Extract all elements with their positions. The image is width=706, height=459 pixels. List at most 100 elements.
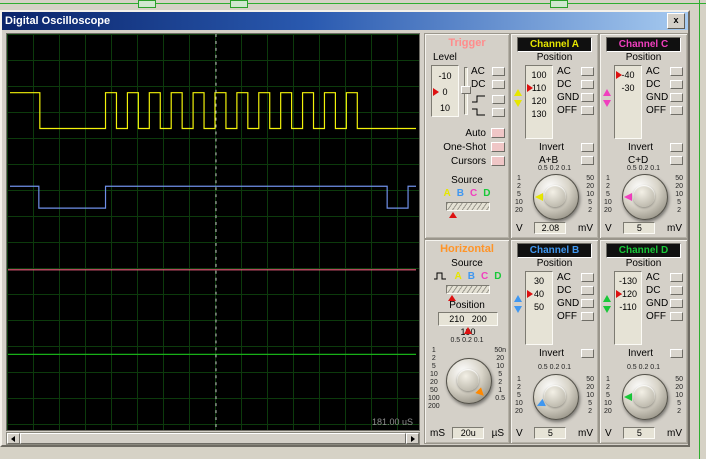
channel-b-knob-scale-left: 1 2 5 10 20: [515, 376, 523, 415]
channel-c-nudge[interactable]: [603, 89, 612, 107]
source-a[interactable]: A: [455, 271, 462, 282]
channel-a-unit-right: mV: [577, 222, 593, 234]
schematic-component: [550, 0, 568, 8]
level-handle[interactable]: [461, 86, 471, 94]
trigger-level-slider[interactable]: -10 0 10: [431, 65, 459, 117]
channel-a-invert-button[interactable]: [581, 142, 594, 152]
channel-a-off-button[interactable]: [581, 105, 594, 115]
channel-c-sum-label: C+D: [628, 154, 649, 166]
horizontal-panel: Horizontal Source A B C D Position 210 2…: [424, 239, 510, 444]
channel-a-sum-button[interactable]: [581, 155, 594, 165]
schematic-wire: [0, 3, 706, 4]
channel-d-off-label: OFF: [646, 310, 666, 322]
nudge-down-icon[interactable]: [603, 306, 611, 313]
desktop: Digital Oscilloscope x 181.00 uS Trigger…: [0, 0, 706, 459]
channel-a-gnd-button[interactable]: [581, 92, 594, 102]
channel-b-invert-button[interactable]: [581, 348, 594, 358]
channel-c-invert-button[interactable]: [670, 142, 683, 152]
cursors-button[interactable]: [491, 156, 505, 166]
source-d[interactable]: D: [494, 271, 501, 282]
trigger-title: Trigger: [448, 37, 486, 49]
source-a[interactable]: A: [444, 188, 451, 199]
channel-c-dc-button[interactable]: [670, 79, 683, 89]
channel-d-position-slider[interactable]: -130 -120 -110: [614, 271, 642, 345]
channel-c-dc-label: DC: [646, 78, 661, 90]
channel-c-title: Channel C: [606, 37, 681, 52]
scrollbar-thumb[interactable]: [20, 433, 406, 444]
channel-b-dc-button[interactable]: [581, 285, 594, 295]
one-shot-button[interactable]: [491, 142, 505, 152]
falling-edge-icon: [472, 108, 485, 116]
waveform-icon: [433, 272, 446, 280]
channel-c-position-label: Position: [625, 52, 662, 63]
nudge-up-icon[interactable]: [603, 295, 611, 302]
channel-c-knob-scale-right: 50 20 10 5 2: [675, 175, 683, 214]
titlebar[interactable]: Digital Oscilloscope x: [2, 12, 688, 30]
channel-a-gain-knob[interactable]: [533, 174, 579, 220]
channel-d-unit-right: mV: [666, 427, 682, 439]
horizontal-source-slider[interactable]: [446, 285, 490, 294]
channel-d-invert-button[interactable]: [670, 348, 683, 358]
channel-d-off-button[interactable]: [670, 311, 683, 321]
channel-c-off-button[interactable]: [670, 105, 683, 115]
channel-d-gnd-label: GND: [646, 297, 669, 309]
channel-a-nudge[interactable]: [514, 89, 523, 107]
auto-button[interactable]: [491, 128, 505, 138]
scope-display[interactable]: 181.00 uS: [6, 33, 420, 431]
nudge-down-icon[interactable]: [603, 100, 611, 107]
timebase-knob[interactable]: [446, 358, 492, 404]
nudge-down-icon[interactable]: [514, 306, 522, 313]
channel-b-title: Channel B: [517, 243, 592, 258]
nudge-up-icon[interactable]: [514, 89, 522, 96]
close-button[interactable]: x: [667, 13, 685, 29]
channel-a-ac-button[interactable]: [581, 66, 594, 76]
horizontal-position-slider[interactable]: 210 200 190: [438, 312, 498, 337]
channel-d-dc-label: DC: [646, 284, 661, 296]
channel-c-gnd-button[interactable]: [670, 92, 683, 102]
falling-edge-button[interactable]: [492, 107, 505, 117]
channel-d-knob-scale-right: 50 20 10 5 2: [675, 376, 683, 415]
channel-c-sum-button[interactable]: [670, 155, 683, 165]
channel-a-position-slider[interactable]: 100 110 120 130: [525, 65, 553, 139]
channel-b-off-button[interactable]: [581, 311, 594, 321]
channel-a-sum-label: A+B: [539, 154, 559, 166]
channel-c-gnd-label: GND: [646, 91, 669, 103]
rising-edge-button[interactable]: [492, 94, 505, 104]
source-b[interactable]: B: [457, 188, 464, 199]
channel-a-position-marker: [527, 84, 533, 92]
scroll-left-button[interactable]: [7, 433, 20, 444]
nudge-up-icon[interactable]: [603, 89, 611, 96]
trigger-ac-button[interactable]: [492, 66, 505, 76]
channel-a-position-values: 100 110 120 130: [531, 70, 547, 119]
channel-b-ac-button[interactable]: [581, 272, 594, 282]
channel-a-dc-button[interactable]: [581, 79, 594, 89]
right-arrow-icon: [411, 436, 415, 442]
channel-c-position-slider[interactable]: -40 -30: [614, 65, 642, 139]
channel-d-nudge[interactable]: [603, 295, 612, 313]
channel-d-gain-knob[interactable]: [622, 374, 668, 420]
channel-a-gnd-label: GND: [557, 91, 580, 103]
channel-d-ac-button[interactable]: [670, 272, 683, 282]
trigger-source-slider[interactable]: [446, 202, 490, 211]
edge-falling-row: [471, 106, 505, 118]
scroll-right-button[interactable]: [406, 433, 419, 444]
horizontal-scrollbar[interactable]: [6, 432, 420, 445]
channel-c-ac-button[interactable]: [670, 66, 683, 76]
source-c[interactable]: C: [470, 188, 477, 199]
source-c[interactable]: C: [481, 271, 488, 282]
channel-b-position-slider[interactable]: 30 40 50: [525, 271, 553, 345]
nudge-down-icon[interactable]: [514, 100, 522, 107]
channel-d-gnd-button[interactable]: [670, 298, 683, 308]
nudge-up-icon[interactable]: [514, 295, 522, 302]
source-b[interactable]: B: [468, 271, 475, 282]
cursors-label: Cursors: [450, 155, 486, 167]
channel-d-dc-button[interactable]: [670, 285, 683, 295]
trigger-dc-button[interactable]: [492, 79, 505, 89]
left-arrow-icon: [11, 436, 15, 442]
channel-b-gnd-button[interactable]: [581, 298, 594, 308]
source-d[interactable]: D: [483, 188, 490, 199]
channel-b-gain-knob[interactable]: [533, 374, 579, 420]
channel-b-nudge[interactable]: [514, 295, 523, 313]
channel-c-gain-knob[interactable]: [622, 174, 668, 220]
channel-a-invert-label: Invert: [539, 141, 565, 153]
